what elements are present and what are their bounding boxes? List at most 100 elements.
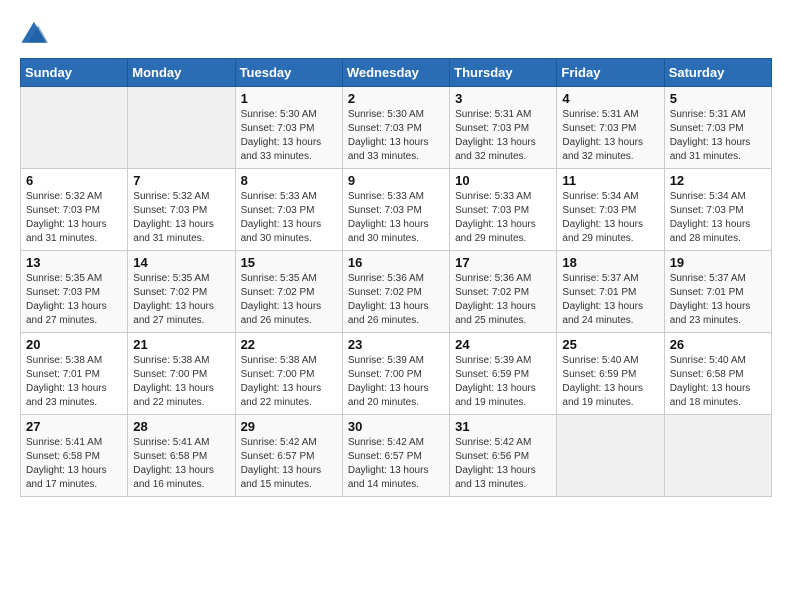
day-info: Sunrise: 5:41 AM Sunset: 6:58 PM Dayligh…	[133, 436, 229, 492]
calendar-cell: 1 Sunrise: 5:30 AM Sunset: 7:03 PM Daylig…	[235, 87, 342, 169]
day-number: 2	[348, 91, 444, 106]
day-number: 5	[670, 91, 766, 106]
day-info: Sunrise: 5:42 AM Sunset: 6:56 PM Dayligh…	[455, 436, 551, 492]
day-number: 29	[241, 419, 337, 434]
day-info: Sunrise: 5:39 AM Sunset: 7:00 PM Dayligh…	[348, 354, 444, 410]
day-info: Sunrise: 5:42 AM Sunset: 6:57 PM Dayligh…	[241, 436, 337, 492]
calendar-cell: 15Sunrise: 5:35 AM Sunset: 7:02 PM Dayli…	[235, 251, 342, 333]
day-info: Sunrise: 5:31 AM Sunset: 7:03 PM Dayligh…	[670, 108, 766, 164]
day-number: 6	[26, 173, 122, 188]
calendar-cell: 4Sunrise: 5:31 AM Sunset: 7:03 PM Daylig…	[557, 87, 664, 169]
page-header	[20, 20, 772, 48]
day-number: 31	[455, 419, 551, 434]
day-info: Sunrise: 5:32 AM Sunset: 7:03 PM Dayligh…	[26, 190, 122, 246]
day-info: Sunrise: 5:36 AM Sunset: 7:02 PM Dayligh…	[348, 272, 444, 328]
day-number: 13	[26, 255, 122, 270]
calendar-week-3: 13Sunrise: 5:35 AM Sunset: 7:03 PM Dayli…	[21, 251, 772, 333]
day-number: 22	[241, 337, 337, 352]
day-info: Sunrise: 5:38 AM Sunset: 7:00 PM Dayligh…	[133, 354, 229, 410]
day-info: Sunrise: 5:36 AM Sunset: 7:02 PM Dayligh…	[455, 272, 551, 328]
calendar-cell: 23 Sunrise: 5:39 AM Sunset: 7:00 PM Dayli…	[342, 333, 449, 415]
calendar-cell: 31 Sunrise: 5:42 AM Sunset: 6:56 PM Dayli…	[450, 415, 557, 497]
day-info: Sunrise: 5:32 AM Sunset: 7:03 PM Dayligh…	[133, 190, 229, 246]
calendar-cell	[128, 87, 235, 169]
weekday-header-monday: Monday	[128, 59, 235, 87]
calendar-cell: 26 Sunrise: 5:40 AM Sunset: 6:58 PM Dayli…	[664, 333, 771, 415]
day-number: 3	[455, 91, 551, 106]
calendar-cell: 24 Sunrise: 5:39 AM Sunset: 6:59 PM Dayli…	[450, 333, 557, 415]
calendar-week-5: 27 Sunrise: 5:41 AM Sunset: 6:58 PM Dayli…	[21, 415, 772, 497]
calendar-week-2: 6 Sunrise: 5:32 AM Sunset: 7:03 PM Daylig…	[21, 169, 772, 251]
day-number: 27	[26, 419, 122, 434]
calendar-cell: 16 Sunrise: 5:36 AM Sunset: 7:02 PM Dayli…	[342, 251, 449, 333]
weekday-header-tuesday: Tuesday	[235, 59, 342, 87]
day-info: Sunrise: 5:37 AM Sunset: 7:01 PM Dayligh…	[562, 272, 658, 328]
calendar-cell	[664, 415, 771, 497]
day-number: 1	[241, 91, 337, 106]
day-number: 23	[348, 337, 444, 352]
day-number: 16	[348, 255, 444, 270]
day-info: Sunrise: 5:34 AM Sunset: 7:03 PM Dayligh…	[670, 190, 766, 246]
day-info: Sunrise: 5:30 AM Sunset: 7:03 PM Dayligh…	[241, 108, 337, 164]
calendar-cell: 29 Sunrise: 5:42 AM Sunset: 6:57 PM Dayli…	[235, 415, 342, 497]
calendar-cell: 21 Sunrise: 5:38 AM Sunset: 7:00 PM Dayli…	[128, 333, 235, 415]
calendar-cell: 27 Sunrise: 5:41 AM Sunset: 6:58 PM Dayli…	[21, 415, 128, 497]
calendar-cell: 13Sunrise: 5:35 AM Sunset: 7:03 PM Dayli…	[21, 251, 128, 333]
day-number: 9	[348, 173, 444, 188]
day-info: Sunrise: 5:34 AM Sunset: 7:03 PM Dayligh…	[562, 190, 658, 246]
calendar-cell: 8Sunrise: 5:33 AM Sunset: 7:03 PM Daylig…	[235, 169, 342, 251]
day-number: 25	[562, 337, 658, 352]
day-info: Sunrise: 5:37 AM Sunset: 7:01 PM Dayligh…	[670, 272, 766, 328]
weekday-header-friday: Friday	[557, 59, 664, 87]
day-number: 17	[455, 255, 551, 270]
day-info: Sunrise: 5:31 AM Sunset: 7:03 PM Dayligh…	[455, 108, 551, 164]
weekday-header-saturday: Saturday	[664, 59, 771, 87]
calendar-cell: 25 Sunrise: 5:40 AM Sunset: 6:59 PM Dayli…	[557, 333, 664, 415]
day-info: Sunrise: 5:41 AM Sunset: 6:58 PM Dayligh…	[26, 436, 122, 492]
calendar-cell	[557, 415, 664, 497]
day-info: Sunrise: 5:40 AM Sunset: 6:58 PM Dayligh…	[670, 354, 766, 410]
calendar-cell: 18 Sunrise: 5:37 AM Sunset: 7:01 PM Dayli…	[557, 251, 664, 333]
day-number: 15	[241, 255, 337, 270]
day-number: 20	[26, 337, 122, 352]
weekday-header-wednesday: Wednesday	[342, 59, 449, 87]
day-number: 12	[670, 173, 766, 188]
calendar-cell: 19Sunrise: 5:37 AM Sunset: 7:01 PM Dayli…	[664, 251, 771, 333]
day-info: Sunrise: 5:39 AM Sunset: 6:59 PM Dayligh…	[455, 354, 551, 410]
calendar-table: SundayMondayTuesdayWednesdayThursdayFrid…	[20, 58, 772, 497]
day-info: Sunrise: 5:30 AM Sunset: 7:03 PM Dayligh…	[348, 108, 444, 164]
day-number: 14	[133, 255, 229, 270]
calendar-cell: 7Sunrise: 5:32 AM Sunset: 7:03 PM Daylig…	[128, 169, 235, 251]
calendar-cell: 17 Sunrise: 5:36 AM Sunset: 7:02 PM Dayli…	[450, 251, 557, 333]
day-info: Sunrise: 5:40 AM Sunset: 6:59 PM Dayligh…	[562, 354, 658, 410]
calendar-cell: 6 Sunrise: 5:32 AM Sunset: 7:03 PM Daylig…	[21, 169, 128, 251]
calendar-cell: 20 Sunrise: 5:38 AM Sunset: 7:01 PM Dayli…	[21, 333, 128, 415]
logo-icon	[20, 20, 48, 48]
calendar-cell: 14Sunrise: 5:35 AM Sunset: 7:02 PM Dayli…	[128, 251, 235, 333]
calendar-cell: 3 Sunrise: 5:31 AM Sunset: 7:03 PM Daylig…	[450, 87, 557, 169]
day-number: 10	[455, 173, 551, 188]
day-number: 18	[562, 255, 658, 270]
calendar-cell: 2 Sunrise: 5:30 AM Sunset: 7:03 PM Daylig…	[342, 87, 449, 169]
calendar-week-1: 1 Sunrise: 5:30 AM Sunset: 7:03 PM Daylig…	[21, 87, 772, 169]
day-info: Sunrise: 5:38 AM Sunset: 7:00 PM Dayligh…	[241, 354, 337, 410]
calendar-cell: 22 Sunrise: 5:38 AM Sunset: 7:00 PM Dayli…	[235, 333, 342, 415]
calendar-cell: 11Sunrise: 5:34 AM Sunset: 7:03 PM Dayli…	[557, 169, 664, 251]
calendar-cell: 9Sunrise: 5:33 AM Sunset: 7:03 PM Daylig…	[342, 169, 449, 251]
calendar-cell: 28Sunrise: 5:41 AM Sunset: 6:58 PM Dayli…	[128, 415, 235, 497]
day-info: Sunrise: 5:33 AM Sunset: 7:03 PM Dayligh…	[455, 190, 551, 246]
day-info: Sunrise: 5:42 AM Sunset: 6:57 PM Dayligh…	[348, 436, 444, 492]
weekday-header-sunday: Sunday	[21, 59, 128, 87]
logo	[20, 20, 50, 48]
calendar-cell	[21, 87, 128, 169]
day-info: Sunrise: 5:38 AM Sunset: 7:01 PM Dayligh…	[26, 354, 122, 410]
calendar-cell: 5 Sunrise: 5:31 AM Sunset: 7:03 PM Daylig…	[664, 87, 771, 169]
day-number: 26	[670, 337, 766, 352]
day-number: 21	[133, 337, 229, 352]
day-number: 8	[241, 173, 337, 188]
calendar-cell: 10 Sunrise: 5:33 AM Sunset: 7:03 PM Dayli…	[450, 169, 557, 251]
day-info: Sunrise: 5:31 AM Sunset: 7:03 PM Dayligh…	[562, 108, 658, 164]
calendar-cell: 12 Sunrise: 5:34 AM Sunset: 7:03 PM Dayli…	[664, 169, 771, 251]
weekday-header-thursday: Thursday	[450, 59, 557, 87]
day-number: 24	[455, 337, 551, 352]
